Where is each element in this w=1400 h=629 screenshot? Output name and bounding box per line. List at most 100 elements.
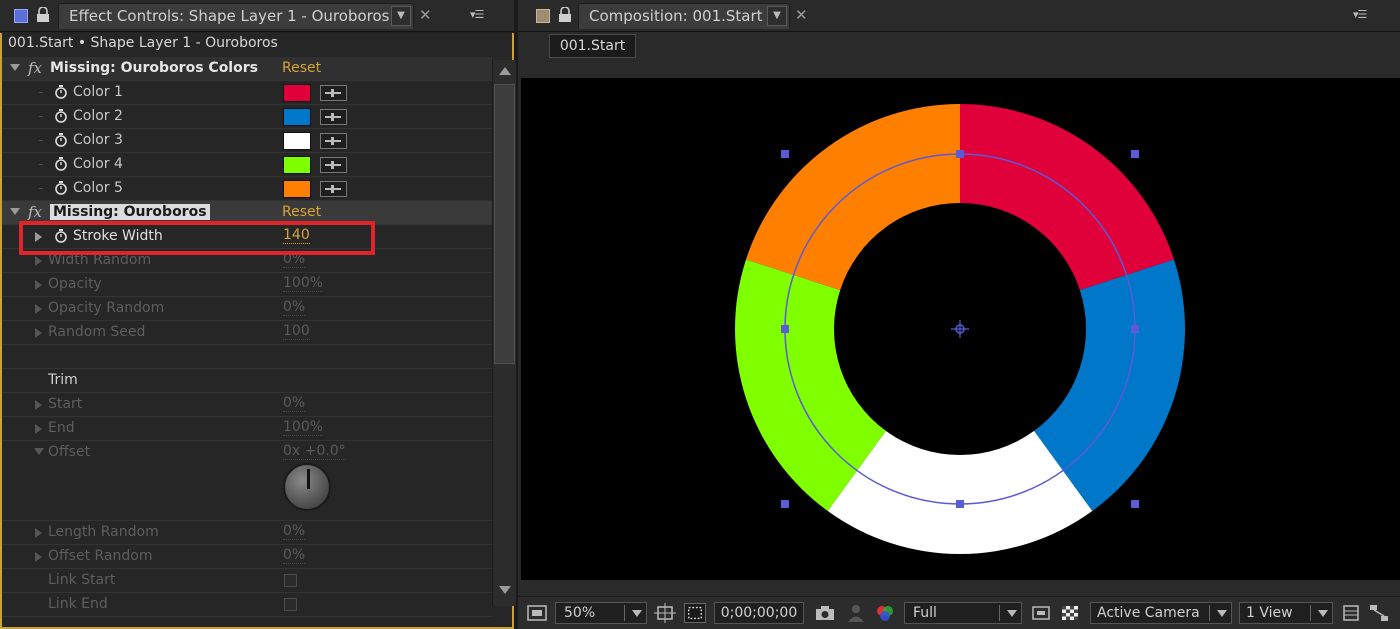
tab-effect-controls[interactable]: Effect Controls: Shape Layer 1 - Ourobor… — [58, 3, 414, 29]
expand-triangle-icon[interactable] — [35, 552, 42, 562]
fx-icon[interactable]: fx — [28, 59, 42, 77]
collapse-triangle-icon[interactable] — [34, 448, 44, 455]
tree-connector — [39, 92, 43, 93]
always-preview-icon[interactable] — [526, 603, 548, 623]
collapse-triangle-icon[interactable] — [10, 64, 20, 71]
reset-button[interactable]: Reset — [282, 60, 321, 76]
color-row-2[interactable]: Color 2 — [2, 105, 492, 129]
link-end-checkbox[interactable] — [284, 598, 297, 611]
property-row-end[interactable]: End 100% — [2, 417, 492, 441]
expand-triangle-icon[interactable] — [35, 304, 42, 314]
property-value[interactable]: 100% — [283, 420, 324, 436]
color-swatch[interactable] — [283, 156, 311, 174]
expand-triangle-icon[interactable] — [35, 328, 42, 338]
anchor-point-icon[interactable] — [951, 320, 969, 338]
color-row-1[interactable]: Color 1 — [2, 81, 492, 105]
color-row-5[interactable]: Color 5 — [2, 177, 492, 201]
expand-triangle-icon[interactable] — [35, 528, 42, 538]
zoom-dropdown[interactable]: 50% — [555, 602, 647, 624]
camera-view-dropdown[interactable]: Active Camera — [1090, 602, 1232, 624]
property-value[interactable]: 0x +0.0° — [283, 444, 346, 460]
lock-icon[interactable] — [558, 7, 572, 23]
color-swatch[interactable] — [283, 108, 311, 126]
property-row-offset[interactable]: Offset 0x +0.0° — [2, 441, 492, 521]
panel-menu-icon[interactable]: ▾☰ — [1353, 8, 1367, 21]
property-row-length-random[interactable]: Length Random 0% — [2, 521, 492, 545]
toggle-pixel-aspect-icon[interactable] — [1340, 603, 1362, 623]
timecode-display[interactable]: 0;00;00;00 — [714, 602, 804, 624]
color-swatch[interactable] — [283, 180, 311, 198]
property-value[interactable]: 100 — [283, 324, 310, 340]
scrollbar[interactable] — [492, 60, 516, 606]
eyedropper-icon[interactable] — [320, 85, 347, 101]
fast-previews-icon[interactable] — [1030, 603, 1052, 623]
property-row-random-seed[interactable]: Random Seed 100 — [2, 321, 492, 345]
tab-menu-button[interactable]: ▼ — [767, 6, 787, 26]
property-row-offset-random[interactable]: Offset Random 0% — [2, 545, 492, 569]
expand-triangle-icon[interactable] — [35, 400, 42, 410]
property-value[interactable]: 100% — [283, 276, 324, 292]
show-snapshot-icon[interactable] — [845, 603, 867, 623]
expand-triangle-icon[interactable] — [35, 280, 42, 290]
property-row-start[interactable]: Start 0% — [2, 393, 492, 417]
scroll-down-arrow-icon[interactable] — [499, 586, 511, 594]
stopwatch-icon[interactable] — [54, 109, 68, 123]
fit-frame-icon[interactable] — [654, 603, 676, 623]
property-row-link-start[interactable]: Link Start — [2, 569, 492, 593]
scroll-up-arrow-icon[interactable] — [499, 67, 511, 75]
expand-triangle-icon[interactable] — [35, 424, 42, 434]
stopwatch-icon[interactable] — [54, 157, 68, 171]
viewer-toolbar: 50% 0;00;00;00 Full Active Camera 1 View — [518, 596, 1400, 629]
flowchart-icon[interactable] — [1368, 603, 1390, 623]
offset-angle-dial[interactable] — [283, 463, 331, 511]
transform-handle[interactable] — [781, 150, 789, 158]
transform-handle[interactable] — [1131, 500, 1139, 508]
property-value[interactable]: 0% — [283, 524, 306, 540]
expand-triangle-icon[interactable] — [35, 256, 42, 266]
transform-handle[interactable] — [956, 150, 964, 158]
close-icon[interactable]: ✕ — [419, 6, 432, 24]
eyedropper-icon[interactable] — [320, 109, 347, 125]
panel-menu-icon[interactable]: ▾☰ — [470, 8, 484, 21]
transform-handle[interactable] — [781, 325, 789, 333]
resolution-dropdown[interactable]: Full — [904, 602, 1022, 624]
transparency-grid-icon[interactable] — [1059, 603, 1081, 623]
link-start-checkbox[interactable] — [284, 574, 297, 587]
composition-breadcrumb-chip[interactable]: 001.Start — [549, 34, 636, 58]
camera-snapshot-icon[interactable] — [814, 603, 836, 623]
region-of-interest-icon[interactable] — [684, 603, 706, 623]
property-row-opacity-random[interactable]: Opacity Random 0% — [2, 297, 492, 321]
color-swatch[interactable] — [283, 132, 311, 150]
transform-handle[interactable] — [1131, 325, 1139, 333]
transform-handle[interactable] — [1131, 150, 1139, 158]
collapse-triangle-icon[interactable] — [10, 208, 20, 215]
eyedropper-icon[interactable] — [320, 133, 347, 149]
property-row-opacity[interactable]: Opacity 100% — [2, 273, 492, 297]
color-row-3[interactable]: Color 3 — [2, 129, 492, 153]
color-swatch[interactable] — [283, 84, 311, 102]
eyedropper-icon[interactable] — [320, 157, 347, 173]
composition-viewer[interactable] — [521, 78, 1400, 580]
lock-icon[interactable] — [36, 7, 50, 23]
stopwatch-icon[interactable] — [54, 181, 68, 195]
fx-icon[interactable]: fx — [28, 203, 42, 221]
tab-composition[interactable]: Composition: 001.Start ▼ — [578, 3, 790, 29]
property-value[interactable]: 0% — [283, 300, 306, 316]
view-layout-dropdown[interactable]: 1 View — [1239, 602, 1333, 624]
color-row-4[interactable]: Color 4 — [2, 153, 492, 177]
stopwatch-icon[interactable] — [54, 85, 68, 99]
property-value[interactable]: 0% — [283, 396, 306, 412]
property-value[interactable]: 0% — [283, 548, 306, 564]
effect-group-ouroboros-colors[interactable]: fx Missing: Ouroboros Colors Reset — [2, 57, 492, 81]
property-row-link-end[interactable]: Link End — [2, 593, 492, 617]
eyedropper-icon[interactable] — [320, 181, 347, 197]
chevron-down-icon — [1318, 610, 1328, 617]
close-icon[interactable]: ✕ — [795, 6, 808, 24]
stopwatch-icon[interactable] — [54, 133, 68, 147]
reset-button[interactable]: Reset — [282, 204, 321, 220]
scrollbar-thumb[interactable] — [494, 84, 515, 364]
transform-handle[interactable] — [781, 500, 789, 508]
transform-handle[interactable] — [956, 500, 964, 508]
channel-rgb-icon[interactable] — [874, 603, 896, 623]
tab-menu-button[interactable]: ▼ — [391, 6, 411, 26]
